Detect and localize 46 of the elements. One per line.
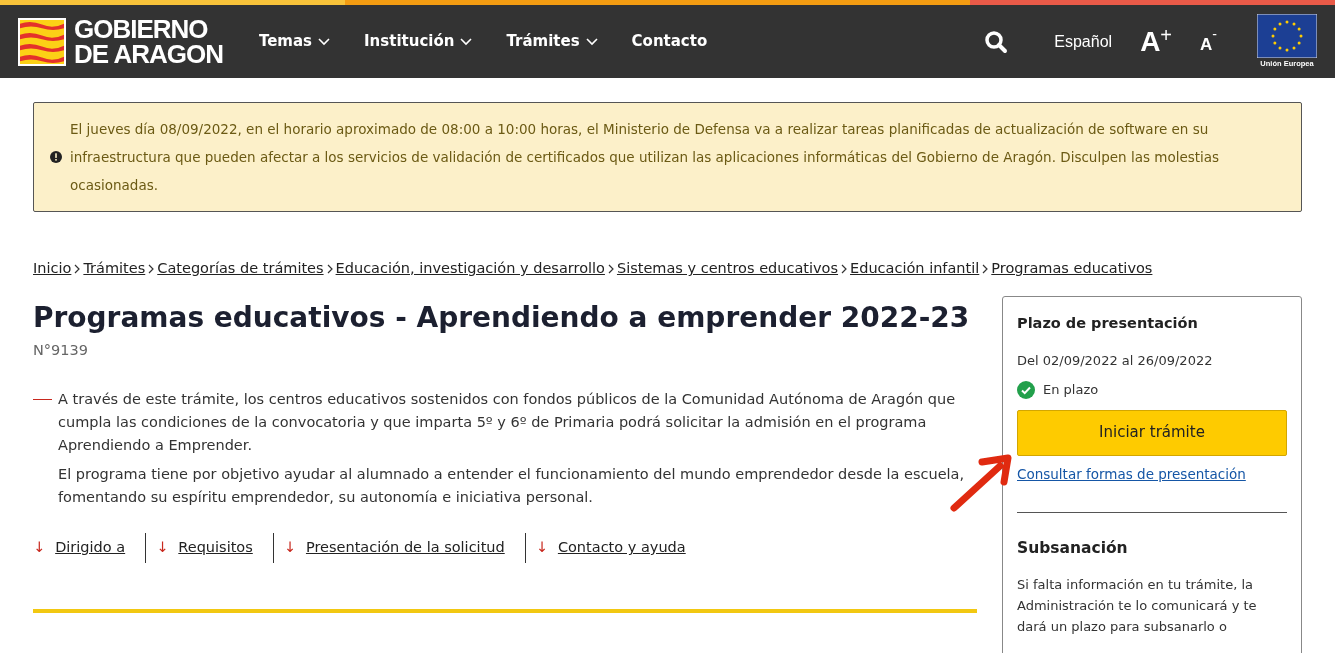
presentation-link[interactable]: Consultar formas de presentación bbox=[1017, 463, 1246, 484]
date-range: Del 02/09/2022 al 26/09/2022 bbox=[1017, 351, 1214, 370]
search-icon[interactable] bbox=[984, 29, 1009, 54]
start-procedure-button[interactable]: Iniciar trámite bbox=[1017, 409, 1287, 456]
description-paragraph: A través de este trámite, los centros educativos sostenidos con fondos públicos de la Comunidad Autónoma de Aragón que cumpla las condiciones de la convocatoria y que imparta 5º y 6º de Primaria podrá solicitar la admisión en el programa Aprendiendo a Emprender. bbox=[58, 390, 957, 456]
increase-font-button[interactable]: A+ bbox=[1140, 27, 1173, 56]
nav-menu-item[interactable]: Contacto bbox=[631, 30, 708, 53]
sidebar-heading: Subsanación bbox=[1017, 537, 1129, 559]
nav-menu-item[interactable]: Temas bbox=[258, 30, 331, 53]
language-selector[interactable]: Español bbox=[1054, 29, 1113, 54]
decrease-font-button[interactable]: A- bbox=[1200, 28, 1217, 55]
chevron-right-icon bbox=[607, 263, 614, 274]
status-text: En plazo bbox=[1043, 381, 1099, 399]
down-arrow-icon: ↓ bbox=[283, 537, 296, 559]
section-link[interactable]: Requisitos bbox=[178, 537, 253, 559]
nav-menu-item[interactable]: Institución bbox=[364, 30, 473, 53]
warning-icon bbox=[50, 151, 62, 163]
breadcrumb-link[interactable]: Sistemas y centros educativos bbox=[616, 258, 839, 280]
breadcrumb-link[interactable]: Inicio bbox=[33, 258, 72, 280]
nav-menu-item[interactable]: Trámites bbox=[506, 30, 598, 53]
chevron-right-icon bbox=[982, 263, 989, 274]
breadcrumb-link[interactable]: Categorías de trámites bbox=[157, 258, 324, 280]
section-link[interactable]: Dirigido a bbox=[55, 537, 126, 559]
alert-text: El jueves día 08/09/2022, en el horario aproximado de 08:00 a 10:00 horas, el Ministerio de Defensa va a realizar tareas planificadas de actualización de software en su infraestructura que pueden afectar a los servicios de validación de certificados que utilizan las aplicaciones informáticas del Gobierno de Aragón. Disculpen las molestias ocasionadas. bbox=[70, 120, 1221, 195]
site-logo-text[interactable]: GOBIERNO DE ARAGON bbox=[74, 16, 223, 67]
down-arrow-icon: ↓ bbox=[156, 537, 169, 559]
sidebar-paragraph: Si falta información en tu trámite, la Administración te lo comunicará y te dará un plazo para subsanarlo o bbox=[1017, 575, 1258, 636]
eu-flag-icon bbox=[1257, 13, 1317, 58]
breadcrumb-link[interactable]: Trámites bbox=[83, 258, 146, 280]
breadcrumb-link[interactable]: Programas educativos bbox=[991, 258, 1153, 280]
flag-logo-icon[interactable] bbox=[18, 17, 66, 66]
breadcrumb-link[interactable]: Educación infantil bbox=[850, 258, 980, 280]
down-arrow-icon: ↓ bbox=[535, 537, 548, 559]
page-title: Programas educativos - Aprendiendo a emprender 2022-23 bbox=[33, 300, 971, 335]
dash-mark-icon bbox=[33, 399, 52, 402]
section-link[interactable]: Contacto y ayuda bbox=[557, 537, 686, 559]
chevron-right-icon bbox=[74, 263, 81, 274]
description-paragraph: El programa tiene por objetivo ayudar al alumnado a entender el funcionamiento del mundo emprendedor desde la escuela, fomentando su espíritu emprendedor, su autonomía e iniciativa personal. bbox=[58, 465, 966, 508]
breadcrumb-link[interactable]: Educación, investigación y desarrollo bbox=[335, 258, 605, 280]
section-link[interactable]: Presentación de la solicitud bbox=[305, 537, 505, 559]
procedure-number: N°9139 bbox=[33, 341, 89, 361]
down-arrow-icon: ↓ bbox=[33, 537, 46, 559]
sidebar-heading: Plazo de presentación bbox=[1017, 313, 1199, 333]
chevron-right-icon bbox=[148, 263, 155, 274]
chevron-right-icon bbox=[326, 263, 333, 274]
chevron-right-icon bbox=[841, 263, 848, 274]
